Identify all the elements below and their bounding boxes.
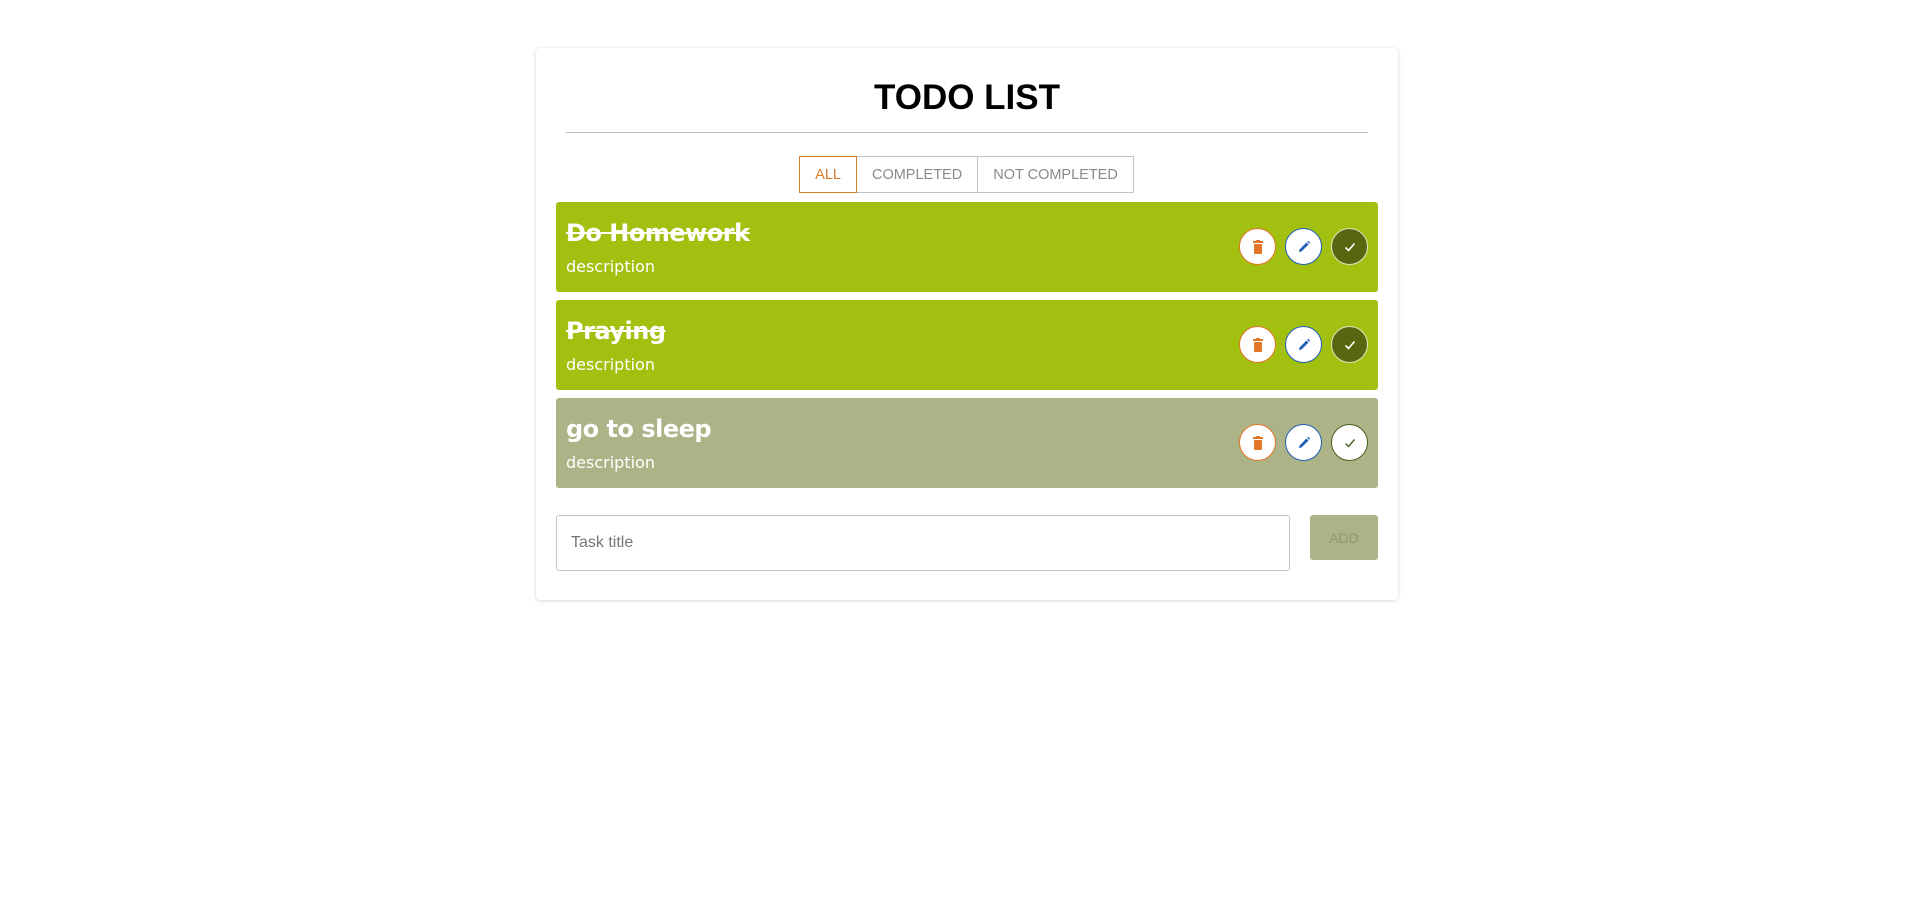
task-title: Praying [566, 317, 666, 345]
edit-task-button[interactable] [1285, 326, 1322, 363]
pencil-icon [1298, 240, 1310, 252]
trash-icon [1252, 337, 1263, 352]
task-actions [1239, 424, 1368, 461]
task-item: Praying description [556, 300, 1378, 390]
check-icon [1344, 340, 1355, 350]
pencil-icon [1298, 436, 1310, 448]
delete-task-button[interactable] [1239, 326, 1276, 363]
task-list: Do Homework description Praying descript… [556, 202, 1378, 496]
filter-all-button[interactable]: ALL [799, 156, 857, 193]
task-title-input[interactable] [556, 515, 1290, 571]
pencil-icon [1298, 338, 1310, 350]
edit-task-button[interactable] [1285, 228, 1322, 265]
add-task-button[interactable]: ADD [1310, 515, 1378, 560]
task-item: Do Homework description [556, 202, 1378, 292]
complete-task-button[interactable] [1331, 424, 1368, 461]
complete-task-button[interactable] [1331, 228, 1368, 265]
task-item: go to sleep description [556, 398, 1378, 488]
add-task-form: ADD [556, 515, 1378, 571]
title-divider [566, 132, 1368, 133]
check-icon [1344, 438, 1355, 448]
task-actions [1239, 228, 1368, 265]
filter-group: ALL COMPLETED NOT COMPLETED [536, 156, 1398, 193]
delete-task-button[interactable] [1239, 424, 1276, 461]
trash-icon [1252, 239, 1263, 254]
task-description: description [566, 453, 655, 472]
filter-not-completed-button[interactable]: NOT COMPLETED [977, 156, 1134, 193]
task-title: Do Homework [566, 219, 750, 247]
check-icon [1344, 242, 1355, 252]
edit-task-button[interactable] [1285, 424, 1322, 461]
task-description: description [566, 257, 655, 276]
page-title: TODO LIST [873, 78, 1061, 117]
filter-completed-button[interactable]: COMPLETED [855, 156, 979, 193]
task-title: go to sleep [566, 415, 712, 443]
todo-card: TODO LIST ALL COMPLETED NOT COMPLETED Do… [536, 48, 1398, 600]
task-actions [1239, 326, 1368, 363]
task-description: description [566, 355, 655, 374]
delete-task-button[interactable] [1239, 228, 1276, 265]
trash-icon [1252, 435, 1263, 450]
complete-task-button[interactable] [1331, 326, 1368, 363]
